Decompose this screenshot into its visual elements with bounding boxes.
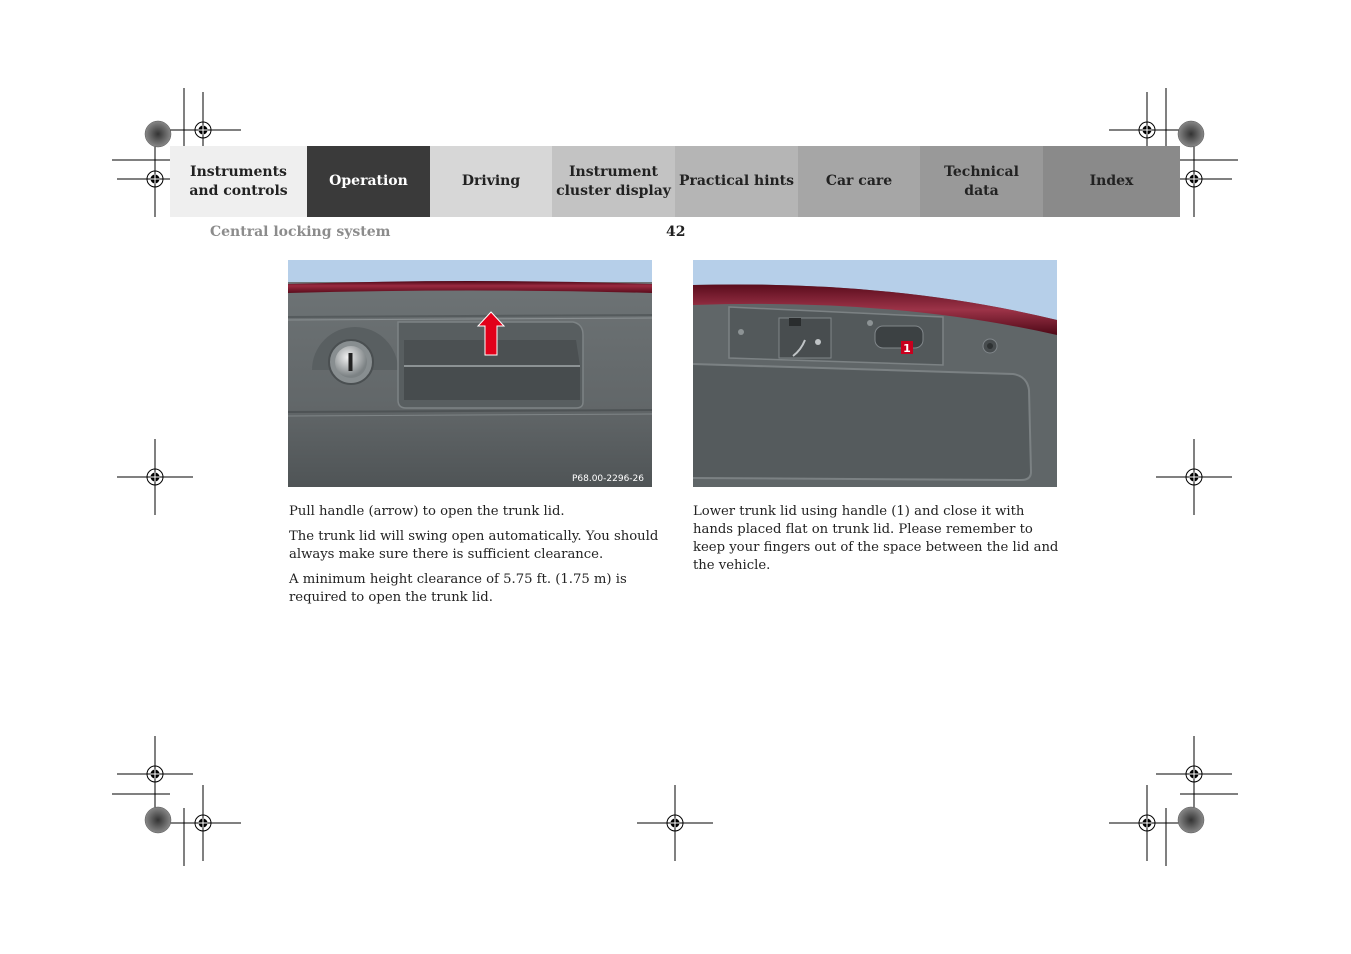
tab-car-care[interactable]: Car care (798, 146, 920, 217)
paragraph: A minimum height clearance of 5.75 ft. (… (289, 572, 627, 605)
tab-label-line: Car care (825, 173, 893, 189)
paragraph: Lower trunk lid using handle (1) and clo… (693, 504, 1059, 573)
figure-code: P68.00-2296-26 (571, 474, 644, 484)
tab-label-line: and controls (189, 182, 288, 199)
tab-label-line: Driving (461, 173, 521, 189)
tab-label-line: Instruments (190, 163, 287, 180)
tab-instruments-and-controls[interactable]: Instruments and controls (170, 146, 307, 217)
tab-label-line: Index (1089, 173, 1134, 189)
paragraph: The trunk lid will swing open automatica… (289, 529, 659, 562)
chapter-tabs: Instruments and controls Operation Drivin… (170, 146, 1180, 217)
tab-operation[interactable]: Operation (307, 146, 430, 217)
tab-label-line: cluster display (556, 182, 671, 199)
left-column-text: Pull handle (arrow) to open the trunk li… (289, 503, 659, 614)
registration-marks (112, 88, 1238, 866)
paragraph: Pull handle (arrow) to open the trunk li… (289, 504, 565, 519)
tab-label-line: Instrument (569, 163, 658, 180)
figure-trunk-lid-underside: 1 (693, 260, 1057, 487)
figure-trunk-handle: P68.00-2296-26 (288, 260, 652, 487)
tab-index[interactable]: Index (1043, 146, 1180, 217)
page-number: 42 (666, 224, 686, 240)
tab-practical-hints[interactable]: Practical hints (675, 146, 798, 217)
tab-label-line: data (964, 182, 999, 199)
section-title: Central locking system (210, 224, 391, 240)
tab-technical-data[interactable]: Technical data (920, 146, 1043, 217)
tab-driving[interactable]: Driving (430, 146, 552, 217)
tab-label-line: Technical (944, 163, 1019, 180)
tab-label-line: Operation (329, 173, 408, 189)
tab-instrument-cluster-display[interactable]: Instrument cluster display (552, 146, 675, 217)
callout-1: 1 (903, 342, 911, 355)
right-column-text: Lower trunk lid using handle (1) and clo… (693, 503, 1065, 582)
tab-label-line: Practical hints (678, 173, 795, 189)
